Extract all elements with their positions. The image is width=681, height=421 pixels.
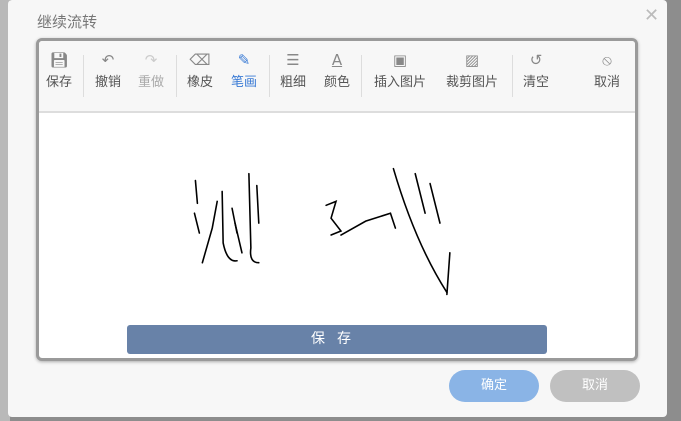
tool-label: 橡皮	[186, 75, 214, 90]
tool-label: 颜色	[323, 75, 351, 90]
redo-icon: ↷	[144, 51, 158, 69]
toolbar: 💾︎ 保存 ↶ 撤销 ↷ 重做 ⌫ 橡皮 ✎ 笔画 ☰ 粗细 A 颜色 ▣ 插入图片 ▨ 裁剪图片…	[39, 41, 635, 113]
pen-tool[interactable]: ✎ 笔画	[231, 49, 257, 90]
crop-image-tool[interactable]: ▨ 裁剪图片	[446, 49, 498, 90]
cancel-tool[interactable]: ⦸ 取消	[594, 49, 620, 90]
color-tool[interactable]: A 颜色	[324, 49, 350, 90]
font-color-icon: A	[331, 51, 343, 69]
tool-label: 清空	[522, 75, 550, 90]
redo-tool[interactable]: ↷ 重做	[138, 49, 164, 90]
clear-tool[interactable]: ↺ 清空	[523, 49, 549, 90]
insert-image-tool[interactable]: ▣ 插入图片	[374, 49, 426, 90]
handwriting-strokes	[193, 167, 451, 296]
ok-button[interactable]: 确定	[449, 370, 539, 402]
tool-label: 撤销	[94, 75, 122, 90]
cancel-button[interactable]: 取消	[550, 370, 640, 402]
continue-flow-dialog: 继续流转 ✕ 💾︎ 保存 ↶ 撤销 ↷ 重做 ⌫ 橡皮 ✎ 笔画 ☰ 粗细 A 颜色 ▣ 插入图…	[8, 0, 667, 417]
pad-save-button[interactable]: 保存	[127, 325, 547, 354]
tool-label: 笔画	[230, 75, 258, 90]
tool-label: 裁剪图片	[445, 75, 499, 90]
divider	[361, 55, 362, 97]
tool-label: 取消	[593, 75, 621, 90]
cancel-icon: ⦸	[602, 51, 612, 69]
crop-image-icon: ▨	[464, 51, 480, 69]
undo-tool[interactable]: ↶ 撤销	[95, 49, 121, 90]
eraser-tool[interactable]: ⌫ 橡皮	[187, 49, 213, 90]
undo-icon: ↶	[101, 51, 115, 69]
tool-label: 插入图片	[373, 75, 427, 90]
line-width-tool[interactable]: ☰ 粗细	[280, 49, 306, 90]
divider	[176, 55, 177, 97]
drawing-canvas[interactable]	[39, 113, 635, 358]
divider	[83, 55, 84, 97]
eraser-icon: ⌫	[189, 51, 211, 69]
dialog-title: 继续流转	[37, 13, 98, 31]
image-icon: ▣	[392, 51, 408, 69]
divider	[512, 55, 513, 97]
tool-label: 重做	[137, 75, 165, 90]
signature-pad: 💾︎ 保存 ↶ 撤销 ↷ 重做 ⌫ 橡皮 ✎ 笔画 ☰ 粗细 A 颜色 ▣ 插入图片 ▨ 裁剪图片…	[36, 38, 638, 361]
pen-icon: ✎	[237, 51, 251, 69]
tool-label: 保存	[45, 75, 73, 90]
save-tool[interactable]: 💾︎ 保存	[46, 49, 72, 90]
save-icon: 💾︎	[49, 51, 69, 69]
divider	[269, 55, 270, 97]
tool-label: 粗细	[279, 75, 307, 90]
line-width-icon: ☰	[286, 51, 300, 69]
close-icon[interactable]: ✕	[644, 5, 659, 26]
clear-icon: ↺	[529, 51, 543, 69]
